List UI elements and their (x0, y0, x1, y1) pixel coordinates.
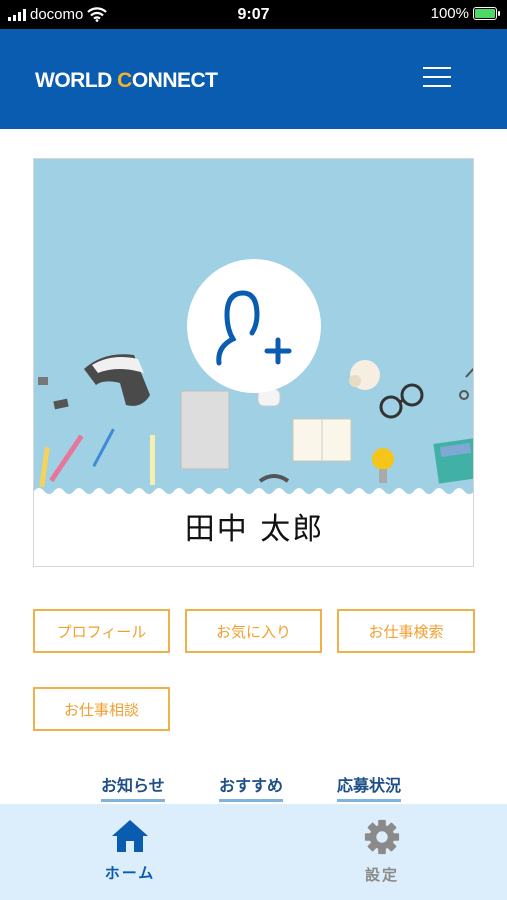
bottom-tab-bar: ホーム 設定 (0, 804, 507, 900)
job-search-button[interactable]: お仕事検索 (337, 609, 475, 653)
battery-icon (473, 7, 500, 20)
job-consultation-button[interactable]: お仕事相談 (33, 687, 170, 731)
user-name: 田中 太郎 (184, 512, 325, 547)
news-link[interactable]: お知らせ (101, 772, 165, 802)
tab-settings[interactable]: 設定 (332, 818, 432, 885)
recommended-link[interactable]: おすすめ (219, 772, 284, 802)
gear-icon (364, 819, 400, 855)
app-header: WORLD CONNECT (0, 29, 507, 129)
profile-cover-photo (34, 159, 473, 495)
battery-percent: 100% (430, 5, 469, 22)
application-status-link[interactable]: 応募状況 (337, 772, 402, 802)
user-plus-icon (216, 290, 292, 366)
add-profile-photo-button[interactable] (187, 259, 321, 393)
world-connect-logo: WORLD CONNECT (35, 69, 218, 92)
hamburger-menu-icon[interactable] (423, 65, 453, 89)
tab-settings-label: 設定 (364, 866, 399, 884)
tab-home-label: ホーム (104, 864, 156, 882)
status-bar: docomo 9:07 100% (0, 0, 507, 29)
wave-divider (34, 488, 473, 499)
favorites-button[interactable]: お気に入り (185, 609, 322, 653)
home-icon (112, 820, 148, 852)
profile-button[interactable]: プロフィール (33, 609, 170, 653)
profile-card: 田中 太郎 (33, 158, 474, 567)
tab-home[interactable]: ホーム (80, 818, 180, 883)
